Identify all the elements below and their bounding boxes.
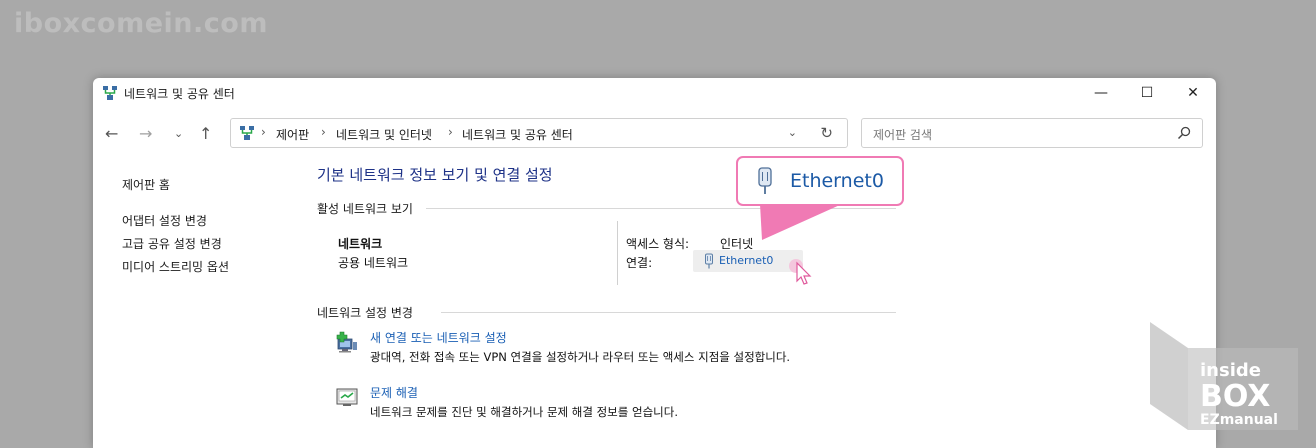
network-name: 네트워크 — [338, 237, 383, 251]
connection-label: 연결: — [626, 256, 653, 270]
address-dropdown-button[interactable]: ⌄ — [788, 126, 797, 139]
page-title: 기본 네트워크 정보 보기 및 연결 설정 — [317, 166, 553, 184]
network-center-icon — [103, 86, 117, 100]
new-connection-icon — [336, 331, 357, 353]
recent-locations-button[interactable]: ⌄ — [174, 127, 183, 140]
sidebar-item-control-panel-home[interactable]: 제어판 홈 — [122, 176, 170, 193]
search-placeholder: 제어판 검색 — [873, 128, 933, 142]
connection-value: Ethernet0 — [719, 254, 774, 267]
breadcrumb-control-panel[interactable]: 제어판 — [276, 126, 309, 143]
breadcrumb-separator: › — [261, 125, 266, 139]
minimize-button[interactable]: — — [1078, 78, 1124, 108]
new-connection-link[interactable]: 새 연결 또는 네트워크 설정 — [370, 329, 507, 346]
troubleshoot-link[interactable]: 문제 해결 — [370, 384, 418, 401]
refresh-button[interactable]: ↻ — [820, 124, 833, 142]
access-type-label: 액세스 형식: — [626, 237, 690, 251]
active-networks-heading: 활성 네트워크 보기 — [317, 202, 413, 216]
insidebox-logo: inside BOX EZmanual — [1150, 322, 1298, 430]
sidebar-item-adapter-settings[interactable]: 어댑터 설정 변경 — [122, 212, 207, 229]
sidebar-item-media-streaming[interactable]: 미디어 스트리밍 옵션 — [122, 258, 229, 275]
maximize-button[interactable]: ☐ — [1124, 78, 1170, 108]
breadcrumb-separator: › — [321, 125, 326, 139]
navigation-bar: ← → ⌄ ↑ › 제어판 › 네트워크 및 인터넷 › 네트워크 및 공유 센… — [93, 116, 1216, 152]
ethernet-callout: Ethernet0 — [736, 156, 904, 206]
network-type: 공용 네트워크 — [338, 256, 409, 270]
callout-label: Ethernet0 — [790, 170, 884, 192]
back-button[interactable]: ← — [105, 124, 118, 143]
section-divider — [426, 208, 896, 209]
title-bar: 네트워크 및 공유 센터 — ☐ ✕ — [93, 78, 1216, 108]
badge-line3: EZmanual — [1200, 412, 1278, 428]
search-box[interactable]: 제어판 검색 — [861, 118, 1203, 148]
breadcrumb-separator: › — [448, 125, 453, 139]
troubleshoot-icon — [336, 388, 358, 406]
close-button[interactable]: ✕ — [1170, 78, 1216, 108]
badge-line2: BOX — [1200, 379, 1270, 414]
new-connection-description: 광대역, 전화 접속 또는 VPN 연결을 설정하거나 라우터 또는 액세스 지… — [370, 350, 791, 364]
address-bar[interactable]: › 제어판 › 네트워크 및 인터넷 › 네트워크 및 공유 센터 ⌄ ↻ — [230, 118, 848, 148]
network-sharing-center-window: 네트워크 및 공유 센터 — ☐ ✕ ← → ⌄ ↑ › 제어판 › 네트워크 … — [93, 78, 1216, 448]
ethernet-icon — [705, 253, 713, 269]
badge-line1: inside — [1200, 360, 1261, 381]
breadcrumb-network-internet[interactable]: 네트워크 및 인터넷 — [336, 126, 432, 143]
search-icon — [1177, 126, 1191, 140]
sidebar-item-advanced-sharing[interactable]: 고급 공유 설정 변경 — [122, 235, 222, 252]
up-button[interactable]: ↑ — [199, 124, 212, 143]
window-title: 네트워크 및 공유 센터 — [124, 87, 235, 101]
troubleshoot-description: 네트워크 문제를 진단 및 해결하거나 문제 해결 정보를 얻습니다. — [370, 405, 678, 419]
forward-button[interactable]: → — [139, 124, 152, 143]
breadcrumb-network-sharing-center[interactable]: 네트워크 및 공유 센터 — [462, 126, 573, 143]
network-center-icon — [240, 126, 254, 140]
vertical-divider — [617, 221, 618, 285]
watermark-text: iboxcomein.com — [14, 8, 268, 39]
change-settings-heading: 네트워크 설정 변경 — [317, 306, 413, 320]
ethernet-connection-link[interactable]: Ethernet0 — [693, 250, 803, 272]
section-divider — [441, 312, 896, 313]
ethernet-icon — [758, 167, 772, 194]
